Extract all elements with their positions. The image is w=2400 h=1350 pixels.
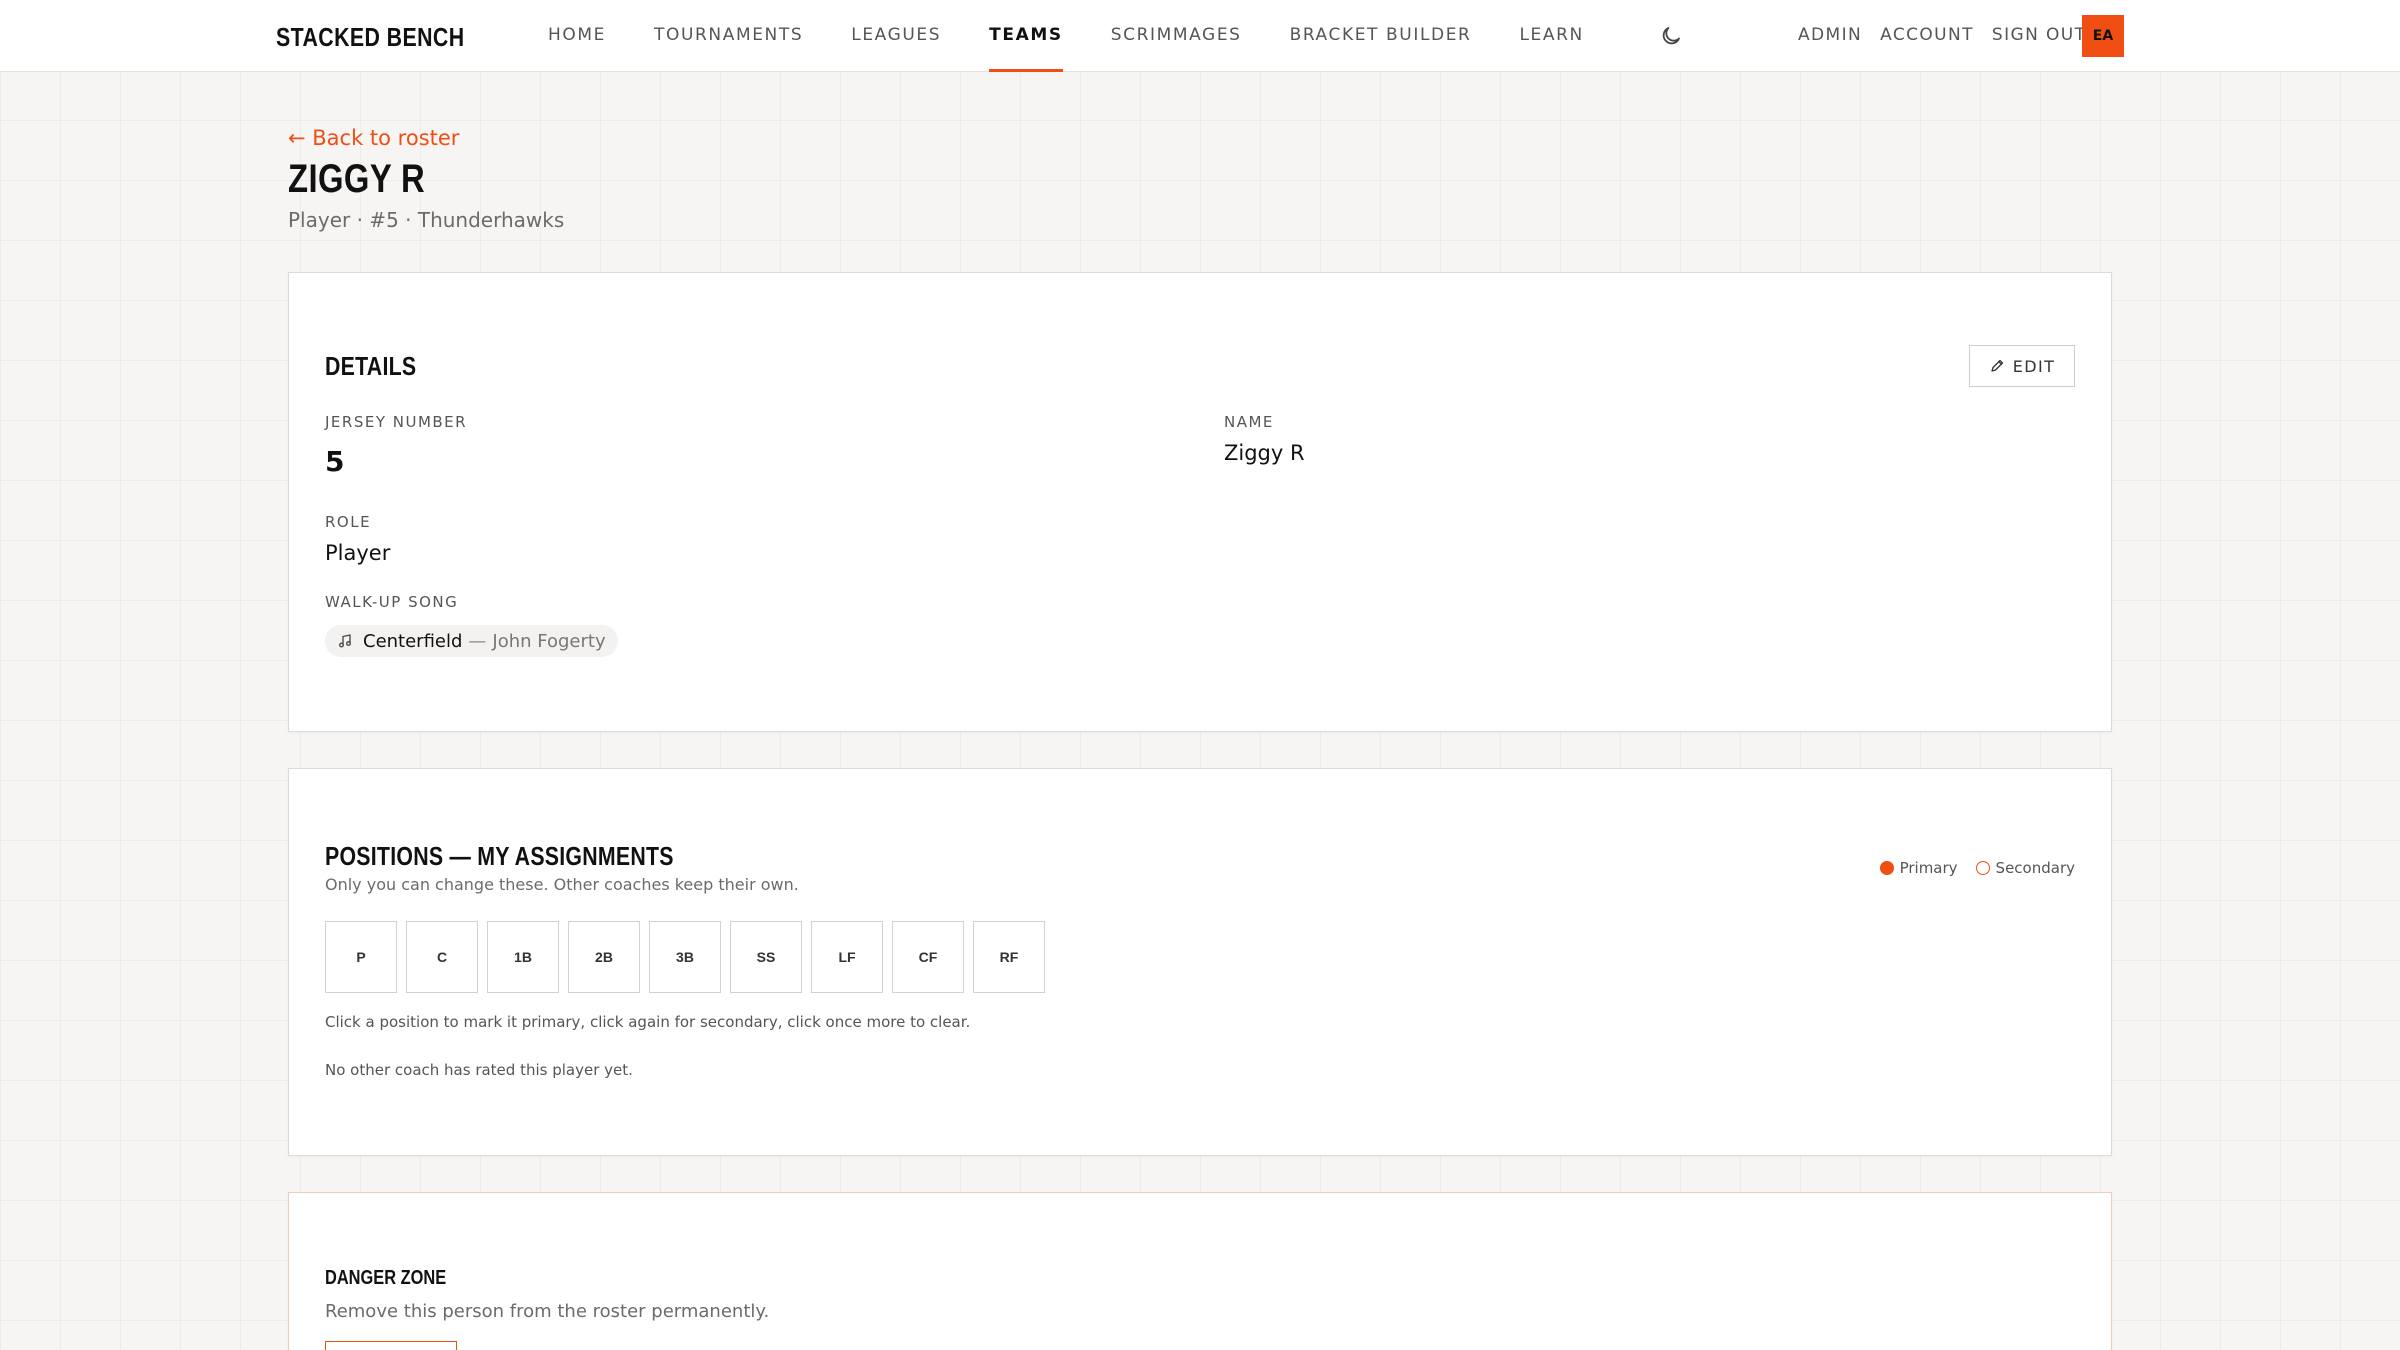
- edit-label: EDIT: [2012, 356, 2056, 376]
- nav-teams[interactable]: TEAMS: [989, 0, 1063, 72]
- position-button-ss[interactable]: SS: [730, 921, 802, 993]
- walkup-song-label: WALK-UP SONG: [325, 593, 459, 611]
- position-button-1b[interactable]: 1B: [487, 921, 559, 993]
- danger-zone-card: DANGER ZONE Remove this person from the …: [288, 1192, 2112, 1350]
- position-button-2b[interactable]: 2B: [568, 921, 640, 993]
- edit-button[interactable]: EDIT: [1969, 345, 2075, 387]
- nav-sign-out[interactable]: SIGN OUT: [1992, 0, 2087, 72]
- jersey-label: JERSEY NUMBER: [325, 413, 468, 431]
- position-button-rf[interactable]: RF: [973, 921, 1045, 993]
- pencil-icon: [1991, 359, 2003, 372]
- moon-icon[interactable]: [1659, 24, 1683, 48]
- positions-hint: Click a position to mark it primary, cli…: [325, 1013, 971, 1031]
- nav-scrimmages[interactable]: SCRIMMAGES: [1111, 0, 1242, 72]
- music-note-icon: [339, 634, 351, 648]
- song-title: Centerfield: [363, 630, 463, 652]
- primary-dot-icon: [1879, 861, 1894, 875]
- back-to-roster-link[interactable]: ← Back to roster: [288, 126, 459, 150]
- details-heading: DETAILS: [325, 351, 417, 381]
- nav-account[interactable]: ACCOUNT: [1880, 0, 1974, 72]
- position-button-p[interactable]: P: [325, 921, 397, 993]
- legend-secondary: Secondary: [1995, 859, 2075, 877]
- avatar[interactable]: EA: [2082, 15, 2124, 57]
- positions-legend: Primary Secondary: [1879, 859, 2075, 877]
- main-nav: HOME TOURNAMENTS LEAGUES TEAMS SCRIMMAGE…: [548, 0, 1632, 72]
- positions-description: Only you can change these. Other coaches…: [325, 875, 799, 894]
- song-separator: —: [468, 630, 487, 652]
- nav-tournaments[interactable]: TOURNAMENTS: [654, 0, 803, 72]
- nav-home[interactable]: HOME: [548, 0, 606, 72]
- position-button-3b[interactable]: 3B: [649, 921, 721, 993]
- position-button-cf[interactable]: CF: [892, 921, 964, 993]
- role-value: Player: [325, 541, 391, 565]
- danger-zone-description: Remove this person from the roster perma…: [325, 1301, 770, 1322]
- nav-learn[interactable]: LEARN: [1519, 0, 1583, 72]
- walkup-song-chip: Centerfield — John Fogerty: [325, 625, 618, 657]
- role-label: ROLE: [325, 513, 372, 531]
- account-nav: ADMIN ACCOUNT SIGN OUT: [1798, 0, 2104, 72]
- player-subtitle: Player · #5 · Thunderhawks: [288, 208, 565, 232]
- name-label: NAME: [1224, 413, 1274, 431]
- position-button-lf[interactable]: LF: [811, 921, 883, 993]
- top-nav: STACKED BENCH HOME TOURNAMENTS LEAGUES T…: [0, 0, 2400, 72]
- song-artist: John Fogerty: [492, 630, 606, 652]
- nav-bracket-builder[interactable]: BRACKET BUILDER: [1290, 0, 1472, 72]
- legend-primary: Primary: [1899, 859, 1958, 877]
- danger-zone-heading: DANGER ZONE: [325, 1267, 447, 1289]
- name-value: Ziggy R: [1224, 441, 1305, 465]
- nav-leagues[interactable]: LEAGUES: [851, 0, 941, 72]
- nav-admin[interactable]: ADMIN: [1798, 0, 1862, 72]
- position-buttons: P C 1B 2B 3B SS LF CF RF: [325, 921, 1054, 993]
- position-button-c[interactable]: C: [406, 921, 478, 993]
- jersey-value: 5: [325, 445, 345, 478]
- other-coaches-note: No other coach has rated this player yet…: [325, 1061, 633, 1079]
- brand-logo[interactable]: STACKED BENCH: [276, 22, 506, 53]
- remove-from-roster-button[interactable]: [325, 1341, 457, 1350]
- secondary-dot-icon: [1975, 861, 1990, 875]
- positions-card: POSITIONS — MY ASSIGNMENTS Only you can …: [288, 768, 2112, 1156]
- page-title: ZIGGY R: [288, 157, 426, 201]
- positions-heading: POSITIONS — MY ASSIGNMENTS: [325, 841, 674, 871]
- details-card: DETAILS EDIT JERSEY NUMBER 5 NAME Ziggy …: [288, 272, 2112, 732]
